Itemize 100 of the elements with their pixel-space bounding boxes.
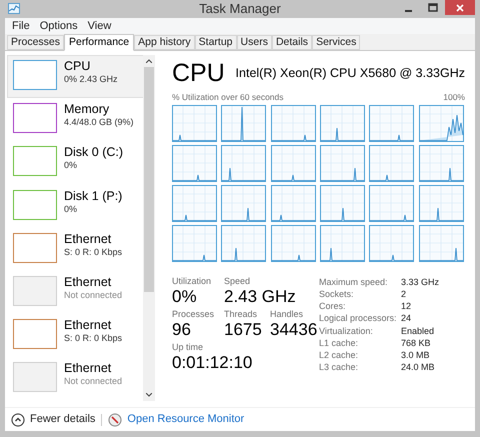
spec-value: 12 (401, 300, 412, 312)
core-graph (369, 184, 414, 222)
core-graph (270, 224, 316, 262)
stat-value: 96 (172, 320, 192, 340)
stat-value: 0% (172, 286, 198, 307)
core-graph (221, 144, 266, 182)
item-detail: 4.4/48.0 GB (9%) (64, 117, 134, 128)
core-graph (320, 224, 365, 262)
sidebar-item[interactable]: CPU 0% 2.43 GHz (7, 55, 144, 98)
menu-item[interactable]: View (82, 18, 116, 34)
core-graph (270, 184, 316, 222)
close-icon (456, 4, 464, 12)
spec-value: 2 (401, 288, 408, 300)
tab[interactable]: Details (272, 35, 312, 50)
spec-value: 3.33 GHz (401, 276, 440, 288)
graph-max-label: 100% (443, 91, 465, 104)
stat-value: 1675 (224, 320, 263, 340)
tab[interactable]: App history (134, 35, 195, 50)
cpu-model: Intel(R) Xeon(R) CPU X5680 @ 3.33GHz (236, 65, 465, 82)
core-graph (172, 144, 217, 182)
core-graph (369, 144, 414, 182)
item-name: Ethernet (64, 232, 112, 247)
item-name: Memory (64, 102, 110, 118)
item-detail: 0% 2.43 GHz (64, 74, 118, 85)
core-graph (418, 104, 464, 142)
maximize-button[interactable] (427, 2, 439, 14)
item-name: CPU (64, 59, 92, 74)
tab[interactable]: Performance (64, 34, 134, 51)
tab[interactable]: Services (312, 35, 360, 50)
core-graph (369, 104, 414, 142)
stat-label: Handles (270, 308, 304, 320)
scroll-down-icon[interactable] (146, 393, 152, 397)
spec-label: L2 cache: (319, 348, 360, 362)
fewer-details-link[interactable]: Fewer details (30, 411, 96, 428)
stat-label: Speed (224, 276, 252, 287)
scroll-up-icon[interactable] (146, 59, 152, 63)
item-detail: 0% (64, 160, 78, 172)
sidebar-item[interactable]: Ethernet S: 0 R: 0 Kbps (7, 228, 144, 271)
stat-label: Utilization (172, 276, 212, 287)
stat-label: Processes (172, 308, 216, 320)
stat-label: Threads (224, 308, 258, 320)
item-name: Disk 1 (P:) (64, 188, 122, 204)
scroll-thumb[interactable] (144, 67, 154, 292)
spec-label: L3 cache: (319, 361, 360, 374)
window-title: Task Manager (199, 0, 281, 18)
open-resource-monitor-link[interactable]: Open Resource Monitor (127, 411, 244, 428)
cpu-heading: CPU (172, 59, 225, 87)
sidebar-item[interactable]: Ethernet S: 0 R: 0 Kbps (7, 314, 144, 358)
tab[interactable]: Startup (194, 35, 237, 50)
tab[interactable]: Processes (7, 35, 64, 50)
spec-label: Cores: (319, 300, 347, 312)
sidebar-item[interactable]: Ethernet Not connected (7, 357, 144, 400)
sidebar-item[interactable]: Memory 4.4/48.0 GB (9%) (7, 98, 144, 142)
menu-item[interactable]: File (7, 18, 35, 34)
item-name: Ethernet (64, 274, 112, 290)
spec-value: 768 KB (401, 336, 432, 349)
core-graph (172, 104, 217, 142)
core-graph (221, 104, 266, 142)
item-name: Ethernet (64, 361, 112, 376)
item-name: Disk 0 (C:) (64, 145, 124, 160)
spec-label: L1 cache: (319, 336, 360, 349)
spec-value: Enabled (401, 324, 436, 337)
item-name: Ethernet (64, 318, 112, 334)
menu-item[interactable]: Options (34, 18, 83, 34)
spec-label: Sockets: (319, 288, 355, 300)
spec-value: 24.0 MB (401, 361, 436, 374)
spec-label: Virtualization: (319, 324, 374, 337)
close-button[interactable] (445, 0, 475, 15)
core-graph (320, 184, 365, 222)
core-graph (270, 144, 316, 182)
item-detail: Not connected (64, 290, 122, 301)
core-graph (270, 104, 316, 142)
collapse-icon[interactable] (11, 412, 25, 426)
core-graph (320, 104, 365, 142)
item-detail: S: 0 R: 0 Kbps (64, 246, 122, 258)
core-graph (418, 184, 464, 222)
tab[interactable]: Users (236, 35, 272, 50)
sidebar-item[interactable]: Disk 0 (C:) 0% (7, 141, 144, 185)
core-graph (172, 184, 217, 222)
spec-label: Logical processors: (319, 312, 398, 325)
core-graph (418, 224, 464, 262)
spec-value: 24 (401, 312, 412, 325)
sidebar-item[interactable]: Disk 1 (P:) 0% (7, 184, 144, 228)
resource-monitor-icon (108, 412, 122, 426)
core-graph (221, 224, 266, 262)
spec-label: Maximum speed: (319, 276, 389, 288)
app-icon (8, 3, 20, 14)
core-graph (320, 144, 365, 182)
core-graph (418, 144, 464, 182)
item-detail: 0% (64, 204, 78, 215)
core-graph (172, 224, 217, 262)
spec-value: 3.0 MB (401, 348, 431, 362)
core-graph (221, 184, 266, 222)
graph-caption: % Utilization over 60 seconds (172, 91, 284, 104)
item-detail: S: 0 R: 0 Kbps (64, 333, 122, 344)
stat-label: Up time (172, 342, 204, 354)
core-graph (369, 224, 414, 262)
item-detail: Not connected (64, 376, 122, 388)
sidebar-item[interactable]: Ethernet Not connected (7, 270, 144, 314)
scrollbar[interactable] (143, 55, 155, 401)
